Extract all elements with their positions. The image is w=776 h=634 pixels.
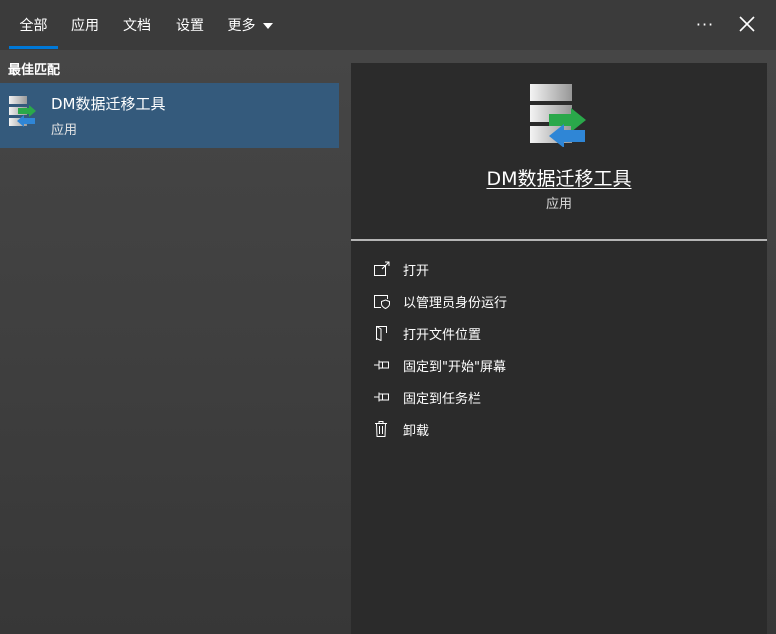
app-type-label: 应用 xyxy=(545,197,572,212)
action-pin-to-taskbar-label: 固定到任务栏 xyxy=(403,391,482,407)
action-uninstall[interactable]: 卸载 xyxy=(351,413,767,445)
detail-panel: DM数据迁移工具 应用 打开 以管理员身份运行 打开文件位置 固定到"开始"屏幕… xyxy=(351,63,767,634)
tab-bar: 全部 应用 文档 设置 更多 ··· xyxy=(0,0,776,50)
tab-more-dropdown[interactable]: 更多 xyxy=(220,0,280,50)
action-open-file-location[interactable]: 打开文件位置 xyxy=(351,317,767,349)
more-options-button[interactable]: ··· xyxy=(692,10,718,38)
best-match-result[interactable]: DM数据迁移工具 应用 xyxy=(0,83,339,148)
action-open[interactable]: 打开 xyxy=(351,253,767,285)
tab-documents-label: 文档 xyxy=(123,18,151,34)
action-pin-to-start[interactable]: 固定到"开始"屏幕 xyxy=(351,349,767,381)
close-icon xyxy=(739,16,755,32)
tab-documents[interactable]: 文档 xyxy=(114,0,160,50)
dm-migration-tool-icon xyxy=(9,96,36,127)
pin-icon xyxy=(374,392,389,402)
dm-migration-tool-icon xyxy=(530,84,586,147)
tab-settings-label: 设置 xyxy=(176,18,204,34)
tab-all-label: 全部 xyxy=(19,18,48,34)
action-run-as-admin-label: 以管理员身份运行 xyxy=(403,295,508,311)
trash-icon xyxy=(375,421,387,437)
tab-more-label: 更多 xyxy=(227,18,256,34)
run-as-admin-icon xyxy=(374,295,390,309)
search-window: 全部 应用 文档 设置 更多 ··· 最佳匹配 DM数据迁移工具 应用 DM数据… xyxy=(0,0,776,634)
action-run-as-admin[interactable]: 以管理员身份运行 xyxy=(351,285,767,317)
open-icon xyxy=(374,261,390,276)
action-pin-to-start-label: 固定到"开始"屏幕 xyxy=(403,359,506,375)
results-panel: 最佳匹配 DM数据迁移工具 应用 xyxy=(0,50,339,634)
tab-all[interactable]: 全部 xyxy=(9,0,58,50)
tab-apps[interactable]: 应用 xyxy=(62,0,108,50)
chevron-down-icon xyxy=(262,23,273,29)
best-match-heading: 最佳匹配 xyxy=(8,63,61,78)
pin-icon xyxy=(374,360,389,370)
action-uninstall-label: 卸载 xyxy=(403,423,430,439)
app-title-link[interactable]: DM数据迁移工具 xyxy=(351,164,767,191)
action-pin-to-taskbar[interactable]: 固定到任务栏 xyxy=(351,381,767,413)
action-list: 打开 以管理员身份运行 打开文件位置 固定到"开始"屏幕 固定到任务栏 卸载 xyxy=(351,253,767,445)
divider xyxy=(351,239,767,241)
action-open-file-location-label: 打开文件位置 xyxy=(403,327,482,343)
best-match-type: 应用 xyxy=(51,123,78,138)
close-button[interactable] xyxy=(733,10,761,38)
file-location-icon xyxy=(376,326,387,341)
more-dots-icon: ··· xyxy=(695,14,715,34)
best-match-title: DM数据迁移工具 xyxy=(51,95,166,113)
tab-settings[interactable]: 设置 xyxy=(167,0,213,50)
tab-apps-label: 应用 xyxy=(71,18,99,34)
action-open-label: 打开 xyxy=(403,263,430,279)
